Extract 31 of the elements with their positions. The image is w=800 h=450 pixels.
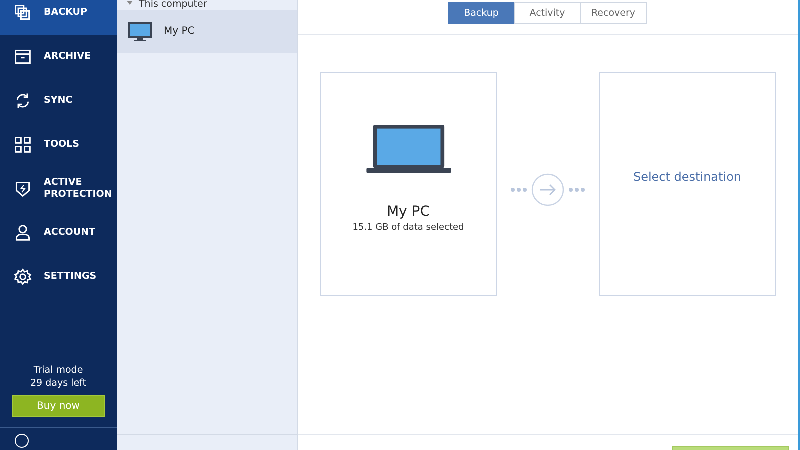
laptop-icon bbox=[364, 124, 452, 174]
nav-item[interactable]: SYNC bbox=[0, 79, 117, 123]
shield-icon bbox=[14, 180, 32, 198]
source-title: My PC bbox=[386, 204, 430, 220]
trial-text: 29 days left bbox=[30, 377, 86, 390]
caret-icon bbox=[127, 1, 133, 5]
person-icon bbox=[14, 224, 32, 242]
nav-item[interactable]: ARCHIVE bbox=[0, 35, 117, 79]
copy-icon bbox=[14, 4, 32, 22]
sync-icon bbox=[14, 92, 32, 110]
source-card[interactable]: My PC 15.1 GB of data selected bbox=[320, 72, 497, 296]
monitor-icon bbox=[128, 22, 152, 42]
nav-item[interactable]: TOOLS bbox=[0, 123, 117, 167]
destination-card[interactable]: Select destination bbox=[599, 72, 776, 296]
backup-list-item[interactable]: My PC bbox=[117, 10, 297, 53]
circle-icon bbox=[15, 434, 29, 448]
nav-item[interactable]: ACTIVE PROTECTION bbox=[0, 167, 117, 211]
settings-icon bbox=[14, 268, 32, 286]
grid-icon bbox=[14, 136, 32, 154]
tab[interactable]: Activity bbox=[514, 2, 581, 24]
nav-item[interactable]: BACKUP bbox=[0, 0, 117, 35]
archive-icon bbox=[14, 48, 32, 66]
arrow-connector-icon bbox=[510, 173, 586, 207]
group-header: This computer bbox=[139, 0, 208, 10]
nav-item[interactable]: ACCOUNT bbox=[0, 211, 117, 255]
nav-item[interactable]: SETTINGS bbox=[0, 255, 117, 299]
source-subtitle: 15.1 GB of data selected bbox=[352, 222, 464, 232]
tab[interactable]: Recovery bbox=[580, 2, 647, 24]
destination-label: Select destination bbox=[632, 168, 742, 186]
trial-text: Trial mode bbox=[34, 364, 84, 377]
tab[interactable]: Backup bbox=[448, 2, 515, 24]
